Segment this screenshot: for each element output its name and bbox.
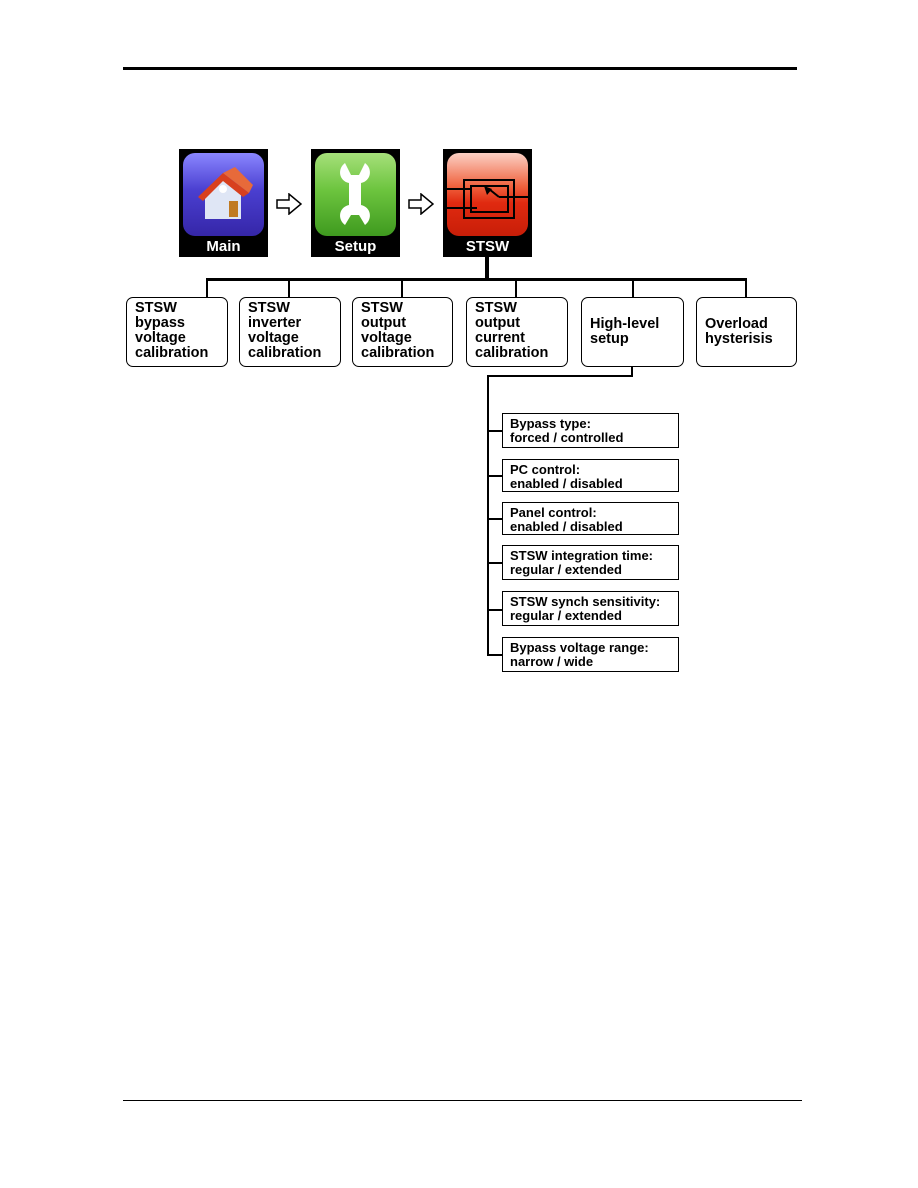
connector	[487, 430, 502, 432]
arrow-right-icon	[276, 193, 302, 215]
setting-options: forced / controlled	[510, 429, 624, 445]
setting-title: Panel control:	[510, 505, 597, 520]
setting-bypass-voltage-range[interactable]: Bypass voltage range: narrow / wide	[502, 637, 679, 672]
item-text: STSW	[475, 300, 517, 316]
setting-title: Bypass voltage range:	[510, 640, 649, 655]
item-text: voltage	[135, 330, 186, 346]
stsw-icon-tile[interactable]: STSW	[443, 149, 532, 257]
item-text: STSW	[135, 300, 177, 316]
item-text: current	[475, 330, 525, 346]
item-text: bypass	[135, 315, 185, 331]
connector	[206, 278, 208, 298]
setting-stsw-synch-sensitivity[interactable]: STSW synch sensitivity: regular / extende…	[502, 591, 679, 626]
item-text: voltage	[361, 330, 412, 346]
setting-bypass-type[interactable]: Bypass type: forced / controlled	[502, 413, 679, 448]
connector	[487, 562, 502, 564]
connector	[401, 278, 403, 298]
connector	[487, 375, 489, 656]
stsw-label: STSW	[465, 238, 510, 255]
connector	[487, 518, 502, 520]
menu-item-output-current-calibration[interactable]: STSW output current calibration	[466, 297, 568, 367]
item-text: calibration	[135, 345, 209, 361]
setting-options: enabled / disabled	[510, 475, 623, 491]
footer-rule	[123, 1100, 802, 1101]
connector	[487, 609, 502, 611]
menu-item-overload-hysterisis[interactable]: Overload hysterisis	[696, 297, 797, 367]
item-text: High-level	[590, 316, 660, 332]
item-text: calibration	[475, 345, 549, 361]
menu-item-high-level-setup[interactable]: High-level setup	[581, 297, 684, 367]
setting-options: regular / extended	[510, 607, 622, 623]
document-page: Main Setup STSW STSW bypass voltage cali…	[0, 0, 918, 1188]
menu-item-output-voltage-calibration[interactable]: STSW output voltage calibration	[352, 297, 453, 367]
setup-label: Setup	[334, 238, 377, 255]
item-text: calibration	[248, 345, 322, 361]
item-text: calibration	[361, 345, 435, 361]
item-text: Overload	[705, 316, 768, 332]
setting-options: regular / extended	[510, 561, 622, 577]
setting-options: narrow / wide	[510, 653, 594, 669]
setting-title: STSW synch sensitivity:	[510, 594, 661, 609]
connector	[487, 375, 633, 377]
item-text: voltage	[248, 330, 299, 346]
setting-stsw-integration-time[interactable]: STSW integration time: regular / extended	[502, 545, 679, 580]
header-rule	[123, 67, 797, 70]
setting-pc-control[interactable]: PC control: enabled / disabled	[502, 459, 679, 492]
setting-title: Bypass type:	[510, 416, 591, 431]
static-switch-icon	[447, 179, 528, 219]
wrench-icon	[340, 163, 370, 225]
connector	[515, 278, 517, 298]
item-text: hysterisis	[705, 331, 773, 347]
connector	[632, 278, 634, 298]
connector	[745, 278, 747, 298]
setting-title: PC control:	[510, 462, 581, 477]
arrow-right-icon	[408, 193, 434, 215]
item-text: setup	[590, 331, 629, 347]
setup-icon-tile[interactable]: Setup	[311, 149, 400, 257]
item-text: STSW	[361, 300, 403, 316]
connector	[487, 654, 502, 656]
main-label: Main	[206, 238, 241, 255]
house-icon	[198, 167, 253, 219]
menu-item-bypass-voltage-calibration[interactable]: STSW bypass voltage calibration	[126, 297, 228, 367]
item-text: STSW	[248, 300, 290, 316]
item-text: output	[361, 315, 407, 331]
main-icon-tile[interactable]: Main	[179, 149, 268, 257]
setting-panel-control[interactable]: Panel control: enabled / disabled	[502, 502, 679, 535]
setting-options: enabled / disabled	[510, 518, 623, 534]
item-text: output	[475, 315, 521, 331]
menu-item-inverter-voltage-calibration[interactable]: STSW inverter voltage calibration	[239, 297, 341, 367]
connector	[288, 278, 290, 298]
setting-title: STSW integration time:	[510, 548, 653, 563]
connector	[487, 475, 502, 477]
item-text: inverter	[248, 315, 302, 331]
